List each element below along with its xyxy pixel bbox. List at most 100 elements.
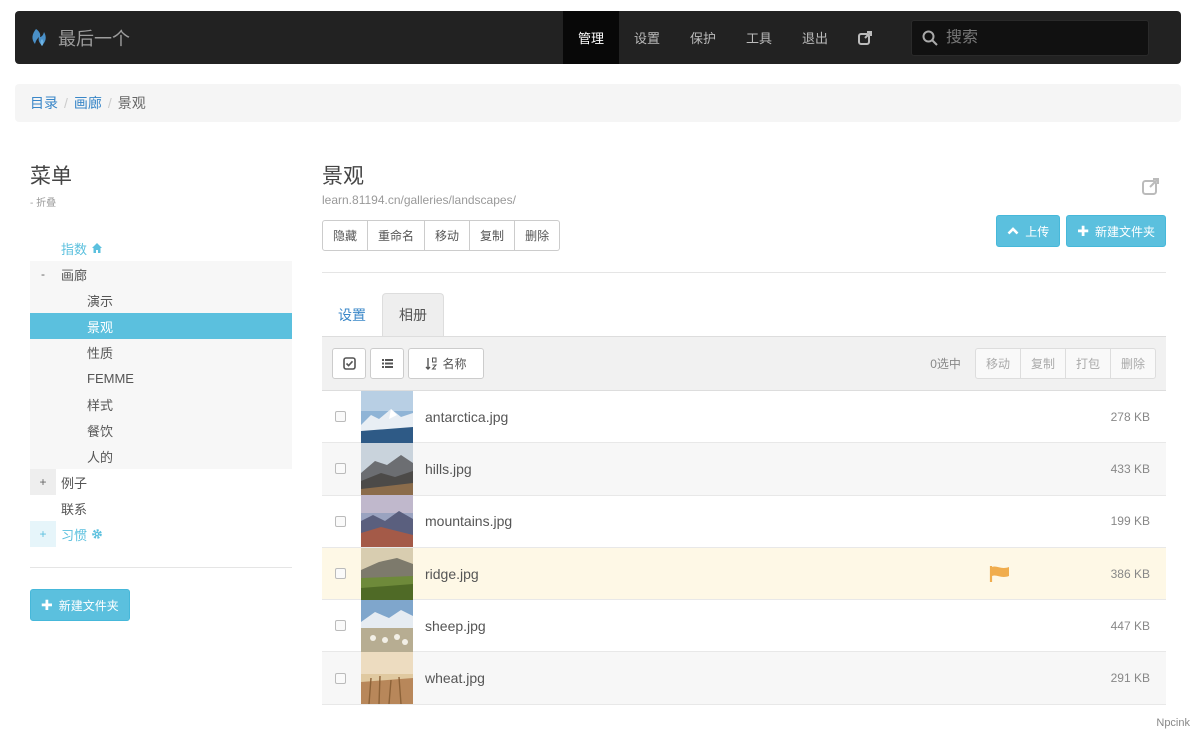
tree-item-nature[interactable]: 性质 [30,339,292,365]
button-label: 新建文件夹 [58,598,119,613]
bulk-zip-button[interactable]: 打包 [1065,348,1111,379]
file-row[interactable]: antarctica.jpg 278 KB [322,390,1166,444]
copy-button[interactable]: 复制 [470,220,516,251]
rename-button[interactable]: 重命名 [368,220,426,251]
thumbnail-image [361,442,413,495]
breadcrumb-separator: / [64,95,68,111]
page-url: learn.81194.cn/galleries/landscapes/ [322,193,516,207]
main-content: 景观 learn.81194.cn/galleries/landscapes/ … [322,160,1166,705]
divider [30,567,292,568]
row-checkbox[interactable] [335,411,346,423]
select-all-button[interactable] [332,348,366,379]
flag-icon[interactable] [989,565,1011,583]
nav-tools[interactable]: 工具 [731,11,787,64]
page-tree: 指数 - 画廊 演示 景观 性质 FEMME 样式 餐饮 人的 + 例子 联系 … [30,235,292,547]
file-name[interactable]: ridge.jpg [425,566,479,582]
file-name[interactable]: antarctica.jpg [425,409,508,425]
file-row[interactable]: sheep.jpg 447 KB [322,599,1166,653]
button-label: 上传 [1025,224,1050,239]
tab-settings[interactable]: 设置 [322,293,382,336]
tree-item-habits[interactable]: + 习惯 [30,521,292,547]
search-box [911,19,1149,56]
main-nav: 管理 设置 保护 工具 退出 [563,11,887,64]
thumbnail-image [361,390,413,443]
bulk-delete-button[interactable]: 删除 [1110,348,1156,379]
expand-toggle-icon[interactable]: + [30,469,56,495]
tree-item-label: 画廊 [61,267,88,283]
row-checkbox[interactable] [335,463,346,475]
new-folder-button[interactable]: ✚ 新建文件夹 [1066,215,1166,247]
search-input[interactable] [946,28,1126,47]
nav-external-link[interactable] [843,11,887,64]
thumbnail-image [361,652,413,705]
tree-item-label: 例子 [61,475,88,491]
delete-button[interactable]: 删除 [515,220,561,251]
breadcrumb-link-gallery[interactable]: 画廊 [74,93,102,113]
tree-item-femme[interactable]: FEMME [30,365,292,391]
bulk-move-button[interactable]: 移动 [974,348,1021,379]
nav-protect[interactable]: 保护 [675,11,731,64]
breadcrumb: 目录 / 画廊 / 景观 [15,84,1181,122]
file-row[interactable]: hills.jpg 433 KB [322,442,1166,496]
chevron-up-icon [1007,227,1019,235]
file-name[interactable]: sheep.jpg [425,618,486,634]
file-toolbar: 名称 0选中 移动 复制 打包 删除 [322,337,1166,390]
file-name[interactable]: hills.jpg [425,461,472,477]
brand[interactable]: 最后一个 [15,11,130,64]
top-navbar: 最后一个 管理 设置 保护 工具 退出 [15,11,1181,64]
list-view-button[interactable] [370,348,404,379]
search-icon [922,30,938,46]
bulk-actions: 移动 复制 打包 删除 [974,348,1156,379]
tree-item-contact[interactable]: 联系 [30,495,292,521]
file-size: 278 KB [1110,409,1150,424]
row-checkbox[interactable] [335,620,346,632]
row-checkbox[interactable] [335,672,346,684]
tree-item-landscapes[interactable]: 景观 [30,313,292,339]
list-icon [381,359,393,368]
page-title: 景观 [322,165,364,188]
tree-item-food[interactable]: 餐饮 [30,417,292,443]
sort-icon [425,357,438,370]
tree-item-people[interactable]: 人的 [30,443,292,469]
sort-by-name-button[interactable]: 名称 [408,348,484,379]
selected-count: 0选中 [930,357,961,371]
collapse-toggle[interactable]: - 折叠 [30,194,292,209]
file-row[interactable]: mountains.jpg 199 KB [322,495,1166,548]
move-button[interactable]: 移动 [425,220,471,251]
collapse-toggle-icon[interactable]: - [30,261,56,287]
sidebar: 菜单 - 折叠 指数 - 画廊 演示 景观 性质 FEMME 样式 餐饮 人的 … [30,160,292,621]
sidebar-new-folder-button[interactable]: ✚ 新建文件夹 [30,589,130,621]
file-name[interactable]: wheat.jpg [425,670,485,686]
hide-button[interactable]: 隐藏 [322,220,369,251]
plus-icon: ✚ [1077,222,1089,239]
thumbnail-image [361,495,413,548]
breadcrumb-link-root[interactable]: 目录 [30,93,58,113]
file-name[interactable]: mountains.jpg [425,513,512,529]
file-size: 447 KB [1110,618,1150,633]
bulk-copy-button[interactable]: 复制 [1020,348,1066,379]
tree-item-index[interactable]: 指数 [30,235,292,261]
file-row[interactable]: wheat.jpg 291 KB [322,652,1166,705]
brand-name: 最后一个 [58,28,130,49]
expand-toggle-icon[interactable]: + [30,521,56,547]
file-size: 386 KB [1110,566,1150,581]
breadcrumb-separator: / [107,95,112,111]
tree-item-style[interactable]: 样式 [30,391,292,417]
nav-logout[interactable]: 退出 [787,11,843,64]
file-size: 199 KB [1110,514,1150,529]
nav-settings[interactable]: 设置 [619,11,675,64]
tree-item-demo[interactable]: 演示 [30,287,292,313]
tree-item-gallery[interactable]: - 画廊 [30,261,292,287]
tree-item-examples[interactable]: + 例子 [30,469,292,495]
file-row[interactable]: ridge.jpg 386 KB [322,547,1166,601]
upload-button[interactable]: 上传 [996,215,1061,247]
breadcrumb-current: 景观 [117,95,146,111]
divider [322,272,1166,273]
menu-title: 菜单 [30,165,72,188]
nav-manage[interactable]: 管理 [563,11,619,64]
row-checkbox[interactable] [335,568,346,580]
external-link-icon[interactable] [1142,177,1160,195]
row-checkbox[interactable] [335,515,346,527]
tab-album[interactable]: 相册 [382,293,444,336]
tree-item-label: 习惯 [61,527,88,543]
